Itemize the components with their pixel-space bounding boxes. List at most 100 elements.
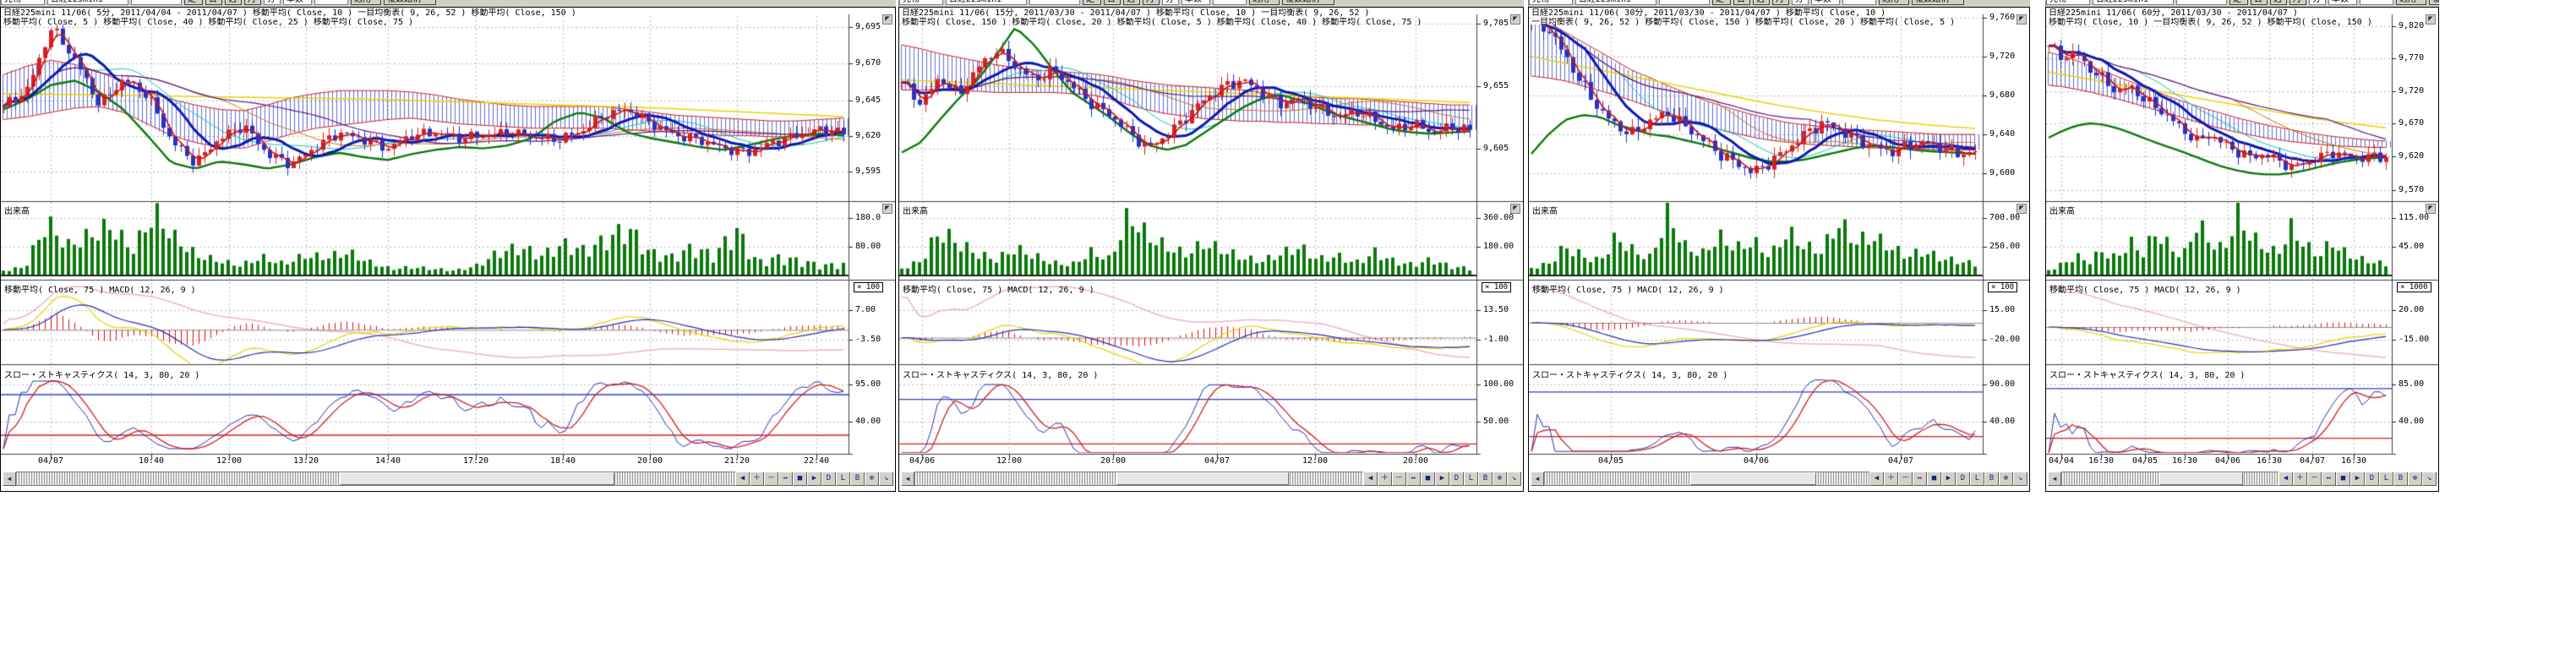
- chart-tool-button-■[interactable]: ■: [1927, 472, 1941, 486]
- chart-tool-button-↔[interactable]: ↔: [778, 472, 793, 486]
- chart-tool-button-＋[interactable]: ＋: [1884, 472, 1898, 486]
- chart-tool-button-－[interactable]: －: [764, 472, 778, 486]
- chart-tool-button-↘[interactable]: ↘: [2013, 472, 2028, 486]
- toolbar-control-9[interactable]: 600: [314, 0, 348, 5]
- chart-tool-button-◀[interactable]: ◀: [1363, 472, 1378, 486]
- toolbar-control-10[interactable]: 適用: [1879, 0, 1909, 5]
- toolbar-control-3[interactable]: 足: [1083, 0, 1101, 5]
- toolbar-control-2[interactable]: 11/06: [1029, 0, 1080, 5]
- chart-tool-button-↘[interactable]: ↘: [1507, 472, 1521, 486]
- toolbar-control-9[interactable]: 600: [1213, 0, 1247, 5]
- chart-canvas[interactable]: [1529, 8, 2029, 470]
- chart-tool-button-＋[interactable]: ＋: [2293, 472, 2307, 486]
- toolbar-control-4[interactable]: 日: [2251, 0, 2268, 5]
- chart-tool-button-■[interactable]: ■: [2336, 472, 2350, 486]
- pane-collapse-button[interactable]: ◤: [2017, 14, 2027, 25]
- pane-collapse-button[interactable]: ◤: [2017, 204, 2027, 214]
- chart-tool-button-▶[interactable]: ▶: [1941, 472, 1956, 486]
- toolbar-control-4[interactable]: 日: [205, 0, 222, 5]
- toolbar-control-9[interactable]: 600: [2360, 0, 2393, 5]
- chart-tool-button-B[interactable]: B: [850, 472, 865, 486]
- chart-tool-button-L[interactable]: L: [2379, 472, 2393, 486]
- chart-tool-button-■[interactable]: ■: [793, 472, 807, 486]
- chart-tool-button-↘[interactable]: ↘: [879, 472, 893, 486]
- toolbar-control-5[interactable]: 週: [1753, 0, 1770, 5]
- toolbar-control-11[interactable]: 複数銘柄: [1912, 0, 1964, 5]
- chart-tool-button-B[interactable]: B: [1984, 472, 1999, 486]
- toolbar-control-6[interactable]: 月: [2289, 0, 2306, 5]
- chart-tool-button-■[interactable]: ■: [1421, 472, 1435, 486]
- chart-tool-button-－[interactable]: －: [1392, 472, 1406, 486]
- scrollbar-left-arrow-button[interactable]: ◄: [3, 472, 16, 486]
- scrollbar-left-arrow-button[interactable]: ◄: [2048, 472, 2061, 486]
- pane-collapse-button[interactable]: ◤: [882, 204, 892, 214]
- toolbar-control-8[interactable]: 本数: [1182, 0, 1210, 5]
- chart-tool-button-－[interactable]: －: [1898, 472, 1913, 486]
- chart-canvas[interactable]: [2046, 8, 2438, 470]
- chart-tool-button-＋[interactable]: ＋: [1378, 472, 1392, 486]
- chart-tool-button-B[interactable]: B: [1478, 472, 1493, 486]
- chart-tool-button-⊕[interactable]: ⊕: [865, 472, 879, 486]
- scrollbar-left-arrow-button[interactable]: ◄: [1531, 472, 1544, 486]
- pane-collapse-button[interactable]: ◤: [2426, 14, 2436, 25]
- toolbar-control-3[interactable]: 足: [2229, 0, 2248, 5]
- chart-tool-button-◀[interactable]: ◀: [1869, 472, 1884, 486]
- toolbar-control-3[interactable]: 足: [184, 0, 203, 5]
- chart-tool-button-▶[interactable]: ▶: [1435, 472, 1449, 486]
- pane-collapse-button[interactable]: ◤: [2426, 204, 2436, 214]
- panel-toolbar[interactable]: 先物日経225mini11/06足日週月分本数600適用複数銘柄: [2045, 0, 2439, 7]
- chart-tool-button-↔[interactable]: ↔: [1406, 472, 1421, 486]
- chart-tool-button-L[interactable]: L: [1970, 472, 1984, 486]
- scrollbar-track[interactable]: [914, 472, 1363, 486]
- toolbar-control-11[interactable]: 複数銘柄: [384, 0, 436, 5]
- toolbar-control-10[interactable]: 適用: [2396, 0, 2426, 5]
- toolbar-control-6[interactable]: 月: [1772, 0, 1789, 5]
- panel-toolbar[interactable]: 先物日経225mini11/06足日週月分本数600適用複数銘柄: [0, 0, 896, 7]
- chart-tool-button-▶[interactable]: ▶: [807, 472, 821, 486]
- chart-tool-button-D[interactable]: D: [1956, 472, 1970, 486]
- toolbar-control-2[interactable]: 11/06: [2176, 0, 2227, 5]
- chart-tool-button-↔[interactable]: ↔: [2322, 472, 2336, 486]
- toolbar-control-4[interactable]: 日: [1733, 0, 1750, 5]
- pane-collapse-button[interactable]: ◤: [1510, 14, 1520, 25]
- toolbar-control-1[interactable]: 日経225mini: [47, 0, 128, 5]
- toolbar-control-2[interactable]: 11/06: [1659, 0, 1710, 5]
- chart-tool-button-↔[interactable]: ↔: [1913, 472, 1927, 486]
- toolbar-control-8[interactable]: 本数: [283, 0, 312, 5]
- scrollbar-thumb[interactable]: [2159, 472, 2244, 485]
- scrollbar-track[interactable]: [16, 472, 735, 486]
- toolbar-control-0[interactable]: 先物: [899, 0, 943, 5]
- scrollbar-thumb[interactable]: [340, 472, 614, 485]
- chart-tool-button-↘[interactable]: ↘: [2422, 472, 2437, 486]
- toolbar-control-6[interactable]: 月: [244, 0, 261, 5]
- toolbar-control-5[interactable]: 週: [225, 0, 242, 5]
- toolbar-control-8[interactable]: 本数: [1811, 0, 1840, 5]
- toolbar-control-10[interactable]: 適用: [351, 0, 381, 5]
- toolbar-control-8[interactable]: 本数: [2328, 0, 2357, 5]
- scrollbar-left-arrow-button[interactable]: ◄: [901, 472, 914, 486]
- scrollbar-track[interactable]: [2061, 472, 2279, 486]
- chart-tool-button-D[interactable]: D: [2365, 472, 2379, 486]
- scrollbar-thumb[interactable]: [1116, 472, 1289, 485]
- chart-canvas[interactable]: [1, 8, 895, 470]
- panel-toolbar[interactable]: 先物日経225mini11/06足日週月分本数600適用複数銘柄: [1528, 0, 2030, 7]
- chart-tool-button-▶[interactable]: ▶: [2350, 472, 2365, 486]
- toolbar-control-6[interactable]: 月: [1143, 0, 1160, 5]
- toolbar-control-7[interactable]: 分: [1162, 0, 1179, 5]
- toolbar-control-4[interactable]: 日: [1104, 0, 1121, 5]
- toolbar-control-1[interactable]: 日経225mini: [1575, 0, 1656, 5]
- chart-tool-button-－[interactable]: －: [2307, 472, 2322, 486]
- pane-collapse-button[interactable]: ◤: [882, 14, 892, 25]
- chart-tool-button-⊕[interactable]: ⊕: [2408, 472, 2422, 486]
- chart-tool-button-B[interactable]: B: [2393, 472, 2408, 486]
- chart-canvas[interactable]: [899, 8, 1523, 470]
- toolbar-control-9[interactable]: 600: [1842, 0, 1876, 5]
- toolbar-control-7[interactable]: 分: [264, 0, 281, 5]
- toolbar-control-0[interactable]: 先物: [1, 0, 45, 5]
- toolbar-control-11[interactable]: 複数銘柄: [1282, 0, 1334, 5]
- toolbar-control-7[interactable]: 分: [2309, 0, 2326, 5]
- toolbar-control-1[interactable]: 日経225mini: [946, 0, 1027, 5]
- chart-tool-button-◀[interactable]: ◀: [735, 472, 750, 486]
- toolbar-control-2[interactable]: 11/06: [131, 0, 182, 5]
- toolbar-control-1[interactable]: 日経225mini: [2093, 0, 2174, 5]
